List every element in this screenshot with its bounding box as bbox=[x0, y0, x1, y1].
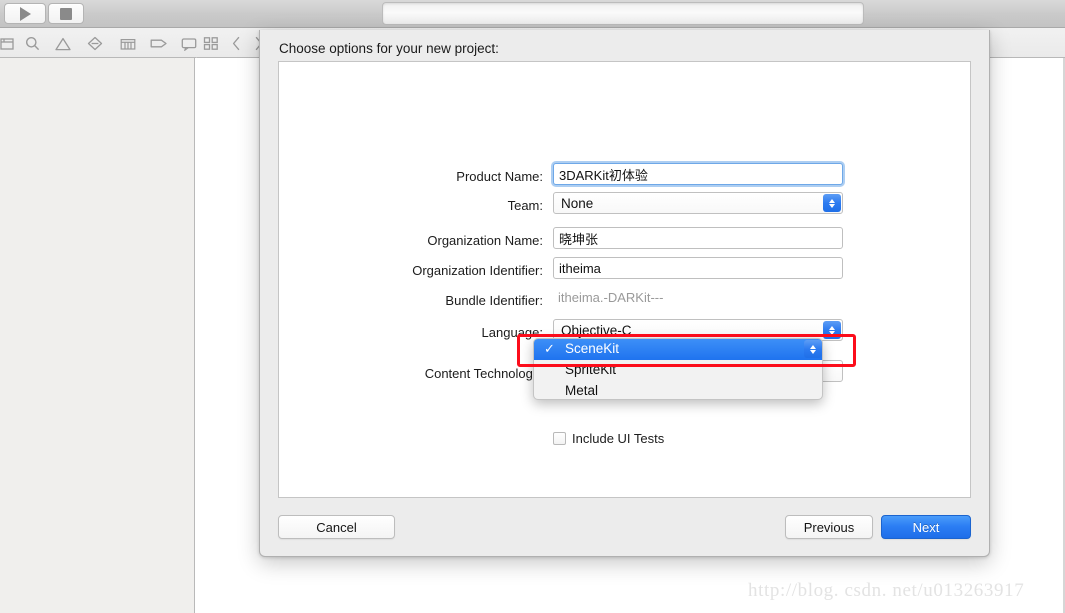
language-stepper-arrows-icon bbox=[823, 321, 841, 339]
checkbox-icon[interactable] bbox=[553, 432, 566, 445]
content-technology-dropdown-menu[interactable]: ✓ SceneKit SpriteKit Metal bbox=[533, 338, 823, 400]
screenshot-root: http://blog. csdn. net/u013263917 Choose… bbox=[0, 0, 1065, 613]
label-content-technology: Content Technology: bbox=[424, 366, 543, 381]
field-row-bundle-identifier: Bundle Identifier: itheima.-DARKit--- bbox=[279, 287, 972, 316]
product-name-input[interactable] bbox=[553, 163, 843, 185]
dropdown-option-scenekit[interactable]: ✓ SceneKit bbox=[534, 339, 822, 360]
new-project-options-sheet: Choose options for your new project: Pro… bbox=[259, 30, 990, 557]
options-panel: Product Name: Team: None bbox=[278, 61, 971, 498]
stop-icon bbox=[60, 7, 72, 20]
label-bundle-identifier: Bundle Identifier: bbox=[445, 293, 543, 308]
dropdown-option-spritekit-label: SpriteKit bbox=[565, 362, 617, 377]
organization-name-input[interactable] bbox=[553, 227, 843, 249]
label-language: Language: bbox=[481, 325, 543, 340]
control-organization-identifier bbox=[553, 257, 843, 279]
dropdown-option-spritekit[interactable]: SpriteKit bbox=[534, 360, 822, 381]
stop-button[interactable] bbox=[48, 3, 84, 24]
label-organization-identifier: Organization Identifier: bbox=[412, 263, 543, 278]
previous-button[interactable]: Previous bbox=[785, 515, 873, 539]
tag-icon[interactable] bbox=[148, 33, 170, 54]
folder-icon[interactable] bbox=[0, 33, 18, 54]
field-row-organization-identifier: Organization Identifier: bbox=[279, 257, 972, 286]
dropdown-option-scenekit-label: SceneKit bbox=[565, 341, 620, 356]
cancel-button[interactable]: Cancel bbox=[278, 515, 395, 539]
chevron-left-icon[interactable] bbox=[225, 33, 247, 54]
label-organization-name: Organization Name: bbox=[427, 233, 543, 248]
watermark-url: http://blog. csdn. net/u013263917 bbox=[748, 580, 1025, 601]
include-ui-tests-label: Include UI Tests bbox=[572, 431, 665, 446]
team-popup-button[interactable]: None bbox=[553, 192, 843, 214]
team-stepper-arrows-icon bbox=[823, 194, 841, 212]
include-ui-tests-checkbox-row[interactable]: Include UI Tests bbox=[553, 431, 664, 446]
bundle-identifier-value: itheima.-DARKit--- bbox=[558, 290, 664, 305]
content-technology-stepper-arrows-icon bbox=[804, 340, 822, 358]
check-icon: ✓ bbox=[544, 341, 555, 356]
control-organization-name bbox=[553, 227, 843, 249]
test-grid-icon[interactable] bbox=[117, 33, 139, 54]
label-product-name: Product Name: bbox=[456, 169, 543, 184]
search-icon[interactable] bbox=[21, 33, 43, 54]
field-row-team: Team: None bbox=[279, 192, 972, 221]
window-titlebar bbox=[0, 0, 1065, 28]
project-navigator-pane[interactable] bbox=[0, 58, 195, 613]
grid-view-icon[interactable] bbox=[200, 33, 222, 54]
control-bundle-identifier: itheima.-DARKit--- bbox=[553, 287, 663, 309]
run-button[interactable] bbox=[4, 3, 46, 24]
field-row-organization-name: Organization Name: bbox=[279, 227, 972, 256]
next-button[interactable]: Next bbox=[881, 515, 971, 539]
issue-diamond-icon[interactable] bbox=[84, 33, 106, 54]
play-icon bbox=[19, 6, 31, 21]
dropdown-option-metal-label: Metal bbox=[565, 383, 599, 398]
label-team: Team: bbox=[507, 198, 543, 213]
control-team: None bbox=[553, 192, 843, 214]
organization-identifier-input[interactable] bbox=[553, 257, 843, 279]
dropdown-option-metal[interactable]: Metal bbox=[534, 381, 822, 399]
activity-view bbox=[382, 2, 864, 25]
comment-icon[interactable] bbox=[178, 33, 200, 54]
sheet-title: Choose options for your new project: bbox=[279, 41, 499, 56]
control-product-name bbox=[553, 163, 843, 185]
field-row-product-name: Product Name: bbox=[279, 163, 972, 192]
warning-triangle-icon[interactable] bbox=[52, 33, 74, 54]
team-value: None bbox=[561, 196, 594, 211]
